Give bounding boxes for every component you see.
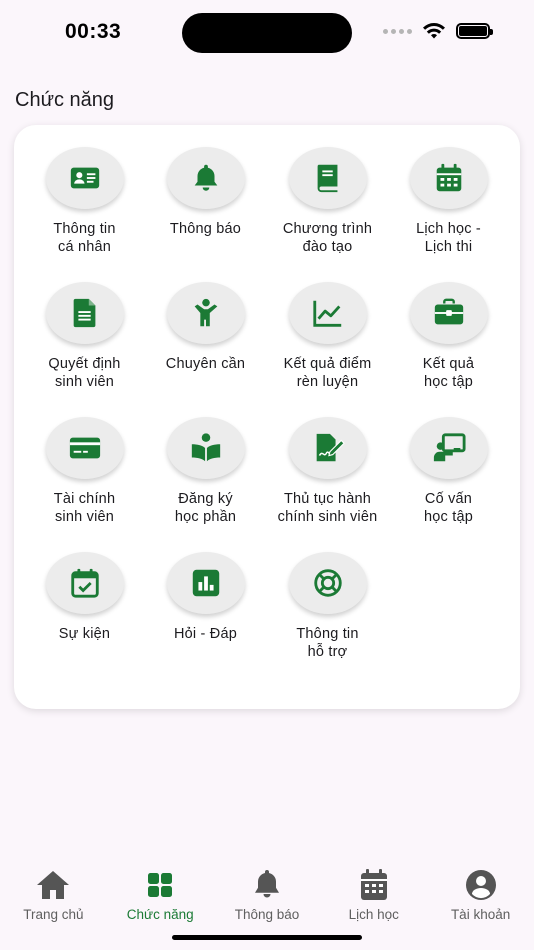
feature-icon-button[interactable]: [409, 282, 488, 344]
nav-label: Thông báo: [234, 907, 300, 922]
nav-label: Lịch học: [348, 907, 399, 922]
account-icon: [427, 868, 534, 902]
status-bar: 00:33: [0, 0, 534, 64]
teacher-board-icon: [432, 431, 466, 465]
wifi-icon: [423, 23, 445, 39]
line-chart-icon: [311, 296, 345, 330]
feature-icon-button[interactable]: [409, 417, 488, 479]
battery-icon: [456, 23, 493, 39]
grid-icon: [107, 868, 214, 902]
feature-item[interactable]: Chuyên cần: [145, 282, 266, 373]
feature-icon-button[interactable]: [288, 417, 367, 479]
status-time: 00:33: [65, 20, 122, 43]
feature-item[interactable]: Đăng ký học phần: [145, 417, 266, 526]
briefcase-icon: [432, 296, 466, 330]
life-ring-icon: [311, 566, 345, 600]
feature-label: Kết quả học tập: [422, 356, 475, 390]
feature-icon-button[interactable]: [166, 552, 245, 614]
feature-icon-button[interactable]: [45, 147, 124, 209]
feature-label: Thông báo: [169, 221, 242, 237]
feature-item[interactable]: Chương trình đào tạo: [267, 147, 388, 256]
feature-label: Thông tin hỗ trợ: [296, 626, 359, 660]
feature-label: Kết quả điểm rèn luyện: [283, 356, 372, 390]
child-icon: [189, 296, 223, 330]
credit-card-icon: [68, 431, 102, 465]
feature-label: Thông tin cá nhân: [53, 221, 116, 255]
calendar-check-icon: [68, 566, 102, 600]
feature-label: Tài chính sinh viên: [53, 491, 116, 525]
feature-item[interactable]: Tài chính sinh viên: [24, 417, 145, 526]
nav-label: Chức năng: [126, 907, 194, 922]
feature-label: Sự kiện: [58, 626, 111, 642]
feature-item[interactable]: Thông báo: [145, 147, 266, 238]
feature-icon-button[interactable]: [166, 417, 245, 479]
feature-icon-button[interactable]: [288, 552, 367, 614]
feature-icon-button[interactable]: [166, 147, 245, 209]
feature-icon-button[interactable]: [288, 147, 367, 209]
feature-icon-button[interactable]: [45, 417, 124, 479]
feature-icon-button[interactable]: [409, 147, 488, 209]
nav-label: Tài khoản: [450, 907, 511, 922]
nav-item-calendar[interactable]: Lịch học: [320, 860, 427, 940]
feature-icon-button[interactable]: [166, 282, 245, 344]
feature-label: Đăng ký học phần: [174, 491, 237, 525]
status-icons: [383, 22, 493, 40]
nav-item-account[interactable]: Tài khoản: [427, 860, 534, 940]
bell-icon: [214, 868, 321, 902]
bottom-navigation: Trang chủ Chức năng Thông báo Lịch học Tài k…: [0, 860, 534, 940]
feature-item[interactable]: Thông tin hỗ trợ: [267, 552, 388, 661]
feature-icon-button[interactable]: [45, 552, 124, 614]
calendar-icon: [320, 868, 427, 902]
home-indicator: [172, 935, 362, 940]
feature-label: Thủ tục hành chính sinh viên: [277, 491, 378, 525]
signature-icon: [311, 431, 345, 465]
feature-item[interactable]: Kết quả điểm rèn luyện: [267, 282, 388, 391]
feature-label: Cố vấn học tập: [424, 491, 473, 525]
nav-item-home[interactable]: Trang chủ: [0, 860, 107, 940]
feature-label: Hỏi - Đáp: [173, 626, 238, 642]
feature-card: Thông tin cá nhân Thông báo Chương trình đ…: [14, 125, 520, 709]
feature-label: Lịch học - Lịch thi: [416, 221, 481, 255]
nav-item-grid[interactable]: Chức năng: [107, 860, 214, 940]
calendar-icon: [432, 161, 466, 195]
signal-icon: [383, 28, 412, 34]
reading-book-icon: [189, 431, 223, 465]
document-icon: [68, 296, 102, 330]
feature-item[interactable]: Cố vấn học tập: [388, 417, 509, 526]
feature-label: Chuyên cần: [165, 356, 246, 372]
bell-icon: [189, 161, 223, 195]
section-title: Chức năng: [15, 89, 115, 111]
feature-icon-button[interactable]: [45, 282, 124, 344]
nav-label: Trang chủ: [23, 907, 84, 922]
feature-item[interactable]: Kết quả học tập: [388, 282, 509, 391]
feature-item[interactable]: Quyết định sinh viên: [24, 282, 145, 391]
feature-label: Chương trình đào tạo: [282, 221, 373, 255]
dynamic-island: [182, 13, 352, 53]
feature-item[interactable]: Thông tin cá nhân: [24, 147, 145, 256]
feature-item[interactable]: Sự kiện: [24, 552, 145, 643]
id-card-icon: [68, 161, 102, 195]
nav-item-bell[interactable]: Thông báo: [214, 860, 321, 940]
feature-item[interactable]: Lịch học - Lịch thi: [388, 147, 509, 256]
book-icon: [311, 161, 345, 195]
feature-icon-button[interactable]: [288, 282, 367, 344]
bar-chart-icon: [189, 566, 223, 600]
feature-item[interactable]: Thủ tục hành chính sinh viên: [267, 417, 388, 526]
feature-label: Quyết định sinh viên: [48, 356, 121, 390]
home-icon: [0, 868, 107, 902]
feature-item[interactable]: Hỏi - Đáp: [145, 552, 266, 643]
